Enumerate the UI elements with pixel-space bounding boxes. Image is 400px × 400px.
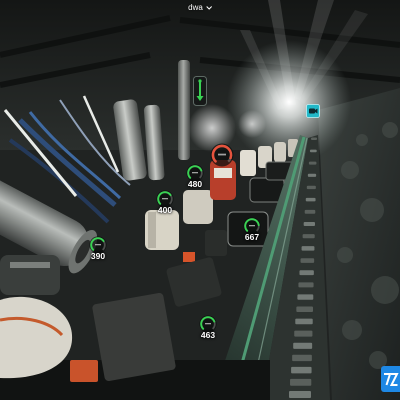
sensor-gauge[interactable]: 463	[196, 315, 220, 343]
conveyor-rib	[305, 197, 316, 202]
conveyor-rib	[304, 209, 316, 214]
gauge-label-mark	[162, 198, 168, 200]
sensor-gauge[interactable]: 390	[86, 236, 110, 264]
brand-logo[interactable]	[381, 366, 400, 392]
conveyor-rib	[294, 330, 313, 337]
conveyor-rib	[311, 137, 317, 140]
gauge-value: 480	[187, 179, 203, 189]
gauge-label-mark	[192, 172, 198, 174]
gauge-label-mark	[218, 153, 226, 156]
gauge-value: 400	[157, 205, 173, 215]
conveyor-rib	[301, 246, 315, 251]
camera-icon[interactable]	[306, 104, 320, 118]
sensor-gauge[interactable]: 480	[183, 164, 207, 192]
gauge-label-mark	[249, 225, 255, 227]
gauge-value: 390	[90, 251, 106, 261]
conveyor-rib	[307, 173, 317, 177]
conveyor-rib	[291, 366, 312, 374]
sensor-gauge-alarm[interactable]	[209, 143, 235, 169]
conveyor-rib	[295, 318, 313, 325]
conveyor-rib	[303, 222, 315, 226]
gauge-ring-icon	[210, 143, 234, 167]
conveyor-rib	[299, 270, 314, 276]
conveyor-rib	[293, 342, 313, 349]
gauge-value: 463	[200, 330, 216, 340]
conveyor-rib	[290, 378, 312, 386]
conveyor-rib	[296, 306, 313, 312]
conveyor-rib	[300, 258, 315, 263]
conveyor-rib	[298, 282, 314, 288]
conveyor-rib	[289, 391, 311, 398]
chevron-down-icon	[205, 5, 212, 10]
gauge-label-mark	[95, 244, 101, 246]
panorama-viewer[interactable]: dwa 390 400 480 667 463	[0, 0, 400, 400]
conveyor-rib	[292, 354, 312, 362]
scene-title: dwa	[188, 3, 203, 12]
sensor-gauge[interactable]: 400	[153, 190, 177, 218]
conveyor-rib	[308, 161, 317, 165]
scene-title-dropdown[interactable]: dwa	[188, 3, 212, 12]
gauge-label-mark	[205, 323, 211, 325]
level-indicator-icon[interactable]	[193, 76, 207, 106]
sensor-gauge[interactable]: 667	[240, 217, 264, 245]
conveyor-rib	[302, 234, 315, 239]
conveyor-rib	[297, 294, 314, 300]
conveyor-rib	[306, 185, 316, 190]
conveyor-rib	[309, 149, 317, 153]
gauge-value: 667	[244, 232, 260, 242]
